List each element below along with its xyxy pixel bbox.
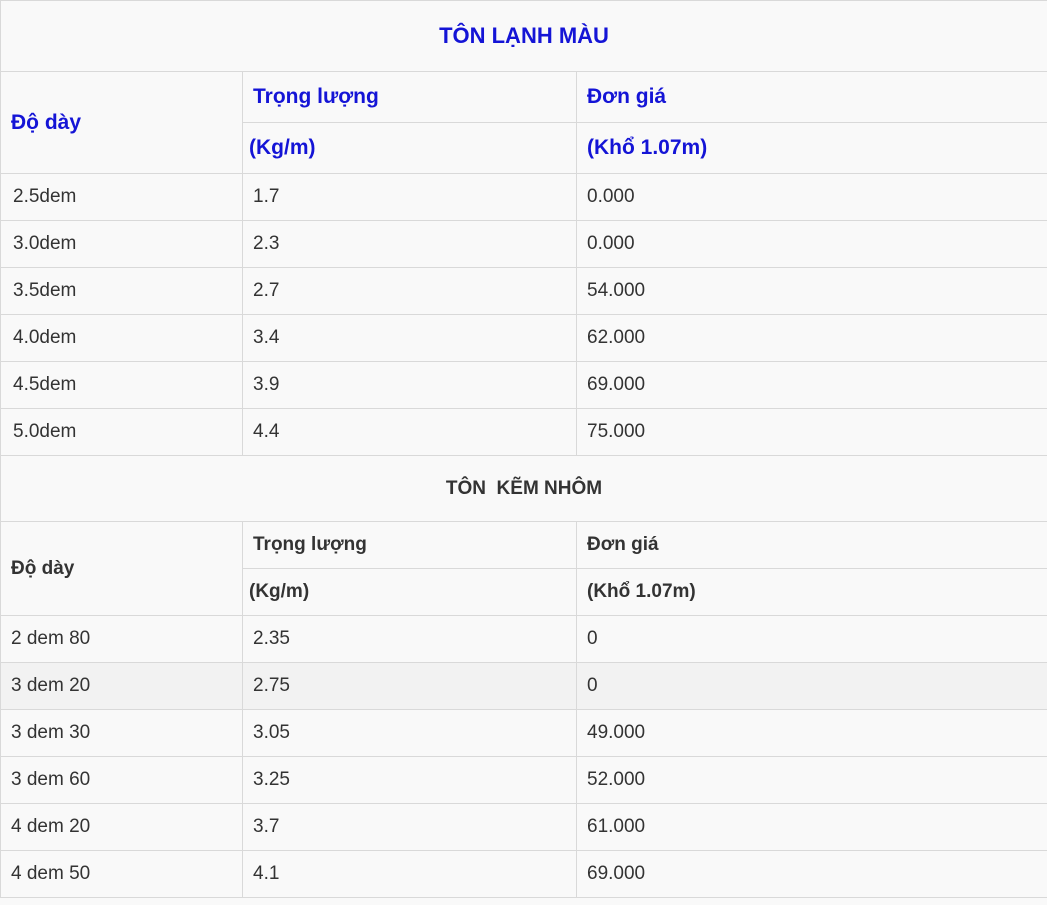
price-cell: 69.000 — [575, 850, 1047, 898]
table-row: 3 dem 30 3.05 49.000 — [0, 709, 1047, 757]
thickness-cell: 3 dem 60 — [0, 756, 243, 804]
price-cell: 61.000 — [575, 803, 1047, 851]
price-cell: 62.000 — [575, 314, 1047, 362]
thickness-cell: 3.5dem — [0, 267, 243, 315]
header-price: Đơn giá — [575, 521, 1047, 569]
thickness-cell: 4.0dem — [0, 314, 243, 362]
price-cell: 75.000 — [575, 408, 1047, 456]
section-title-ton-lanh-mau: TÔN LẠNH MÀU — [0, 0, 1047, 72]
header-price-unit: (Khổ 1.07m) — [575, 122, 1047, 174]
price-cell: 69.000 — [575, 361, 1047, 409]
header-weight: Trọng lượng — [242, 521, 577, 569]
thickness-cell: 5.0dem — [0, 408, 243, 456]
table-row: 3.5dem 2.7 54.000 — [0, 267, 1047, 315]
header-price-unit: (Khổ 1.07m) — [575, 568, 1047, 616]
price-cell: 49.000 — [575, 709, 1047, 757]
weight-cell: 3.7 — [242, 803, 577, 851]
weight-cell: 3.4 — [242, 314, 577, 362]
table-row: 2 dem 80 2.35 0 — [0, 615, 1047, 663]
thickness-cell: 4 dem 50 — [0, 850, 243, 898]
table-row: 4 dem 50 4.1 69.000 — [0, 850, 1047, 898]
weight-cell: 3.05 — [242, 709, 577, 757]
table-row: 4.0dem 3.4 62.000 — [0, 314, 1047, 362]
thickness-cell: 2 dem 80 — [0, 615, 243, 663]
price-cell: 0 — [575, 615, 1047, 663]
thickness-cell: 4.5dem — [0, 361, 243, 409]
table-row: 5.0dem 4.4 75.000 — [0, 408, 1047, 456]
table-row: 2.5dem 1.7 0.000 — [0, 173, 1047, 221]
weight-cell: 3.25 — [242, 756, 577, 804]
weight-cell: 2.75 — [242, 662, 577, 710]
price-cell: 54.000 — [575, 267, 1047, 315]
header-row: Độ dày Trọng lượng Đơn giá — [0, 71, 1047, 174]
header-thickness: Độ dày — [0, 521, 243, 616]
price-cell: 0 — [575, 662, 1047, 710]
thickness-cell: 2.5dem — [0, 173, 243, 221]
weight-cell: 4.4 — [242, 408, 577, 456]
header-weight-unit: (Kg/m) — [242, 122, 577, 174]
section-title-row: TÔN LẠNH MÀU — [0, 0, 1047, 72]
price-cell: 52.000 — [575, 756, 1047, 804]
price-table: TÔN LẠNH MÀU Độ dày Trọng lượng Đơn giá … — [0, 0, 1047, 898]
header-row: Độ dày Trọng lượng Đơn giá — [0, 521, 1047, 616]
table-row: 3.0dem 2.3 0.000 — [0, 220, 1047, 268]
section-title-row: TÔN KẼM NHÔM — [0, 455, 1047, 522]
price-cell: 0.000 — [575, 220, 1047, 268]
weight-cell: 2.3 — [242, 220, 577, 268]
table-row: 4 dem 20 3.7 61.000 — [0, 803, 1047, 851]
table-row: 4.5dem 3.9 69.000 — [0, 361, 1047, 409]
weight-cell: 4.1 — [242, 850, 577, 898]
header-weight-unit: (Kg/m) — [242, 568, 577, 616]
header-weight: Trọng lượng — [242, 71, 577, 123]
header-thickness: Độ dày — [0, 71, 243, 174]
weight-cell: 2.35 — [242, 615, 577, 663]
header-price: Đơn giá — [575, 71, 1047, 123]
weight-cell: 1.7 — [242, 173, 577, 221]
table-row: 3 dem 20 2.75 0 — [0, 662, 1047, 710]
thickness-cell: 3 dem 20 — [0, 662, 243, 710]
thickness-cell: 3 dem 30 — [0, 709, 243, 757]
section-title-ton-kem-nhom: TÔN KẼM NHÔM — [0, 455, 1047, 522]
price-cell: 0.000 — [575, 173, 1047, 221]
thickness-cell: 4 dem 20 — [0, 803, 243, 851]
thickness-cell: 3.0dem — [0, 220, 243, 268]
weight-cell: 3.9 — [242, 361, 577, 409]
weight-cell: 2.7 — [242, 267, 577, 315]
table-row: 3 dem 60 3.25 52.000 — [0, 756, 1047, 804]
